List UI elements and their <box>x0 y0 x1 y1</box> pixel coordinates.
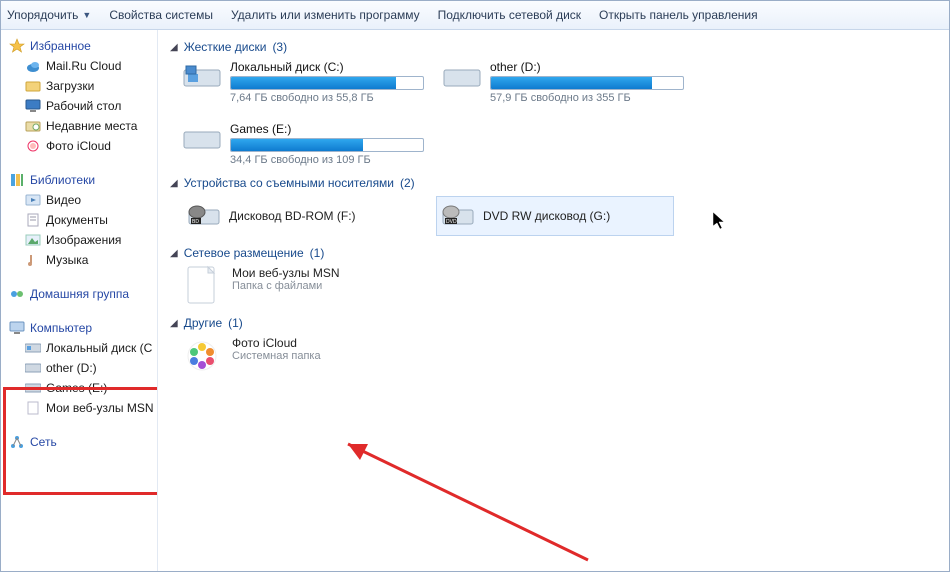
capacity-bar <box>230 76 424 90</box>
other-item-icloud[interactable]: Фото iCloud Системная папка <box>182 336 939 376</box>
hdd-icon <box>25 360 41 376</box>
computer-group: Компьютер Локальный диск (C other (D:) G… <box>1 318 157 418</box>
photos-icon <box>25 138 41 154</box>
hdd-icon <box>25 380 41 396</box>
sidebar-item-desktop[interactable]: Рабочий стол <box>1 96 157 116</box>
collapse-icon: ◢ <box>170 318 178 329</box>
network-location-section: ◢ Сетевое размещение (1) Мои веб-узлы MS… <box>170 246 939 306</box>
page-large-icon <box>182 266 222 306</box>
device-name: DVD RW дисковод (G:) <box>483 209 610 223</box>
sidebar-item-msn-web[interactable]: Мои веб-узлы MSN <box>1 398 157 418</box>
drive-name: Games (E:) <box>230 122 424 136</box>
toolbar: Упорядочить ▼ Свойства системы Удалить и… <box>1 1 949 30</box>
libraries-header[interactable]: Библиотеки <box>1 170 157 190</box>
hard-disks-header[interactable]: ◢ Жесткие диски (3) <box>170 40 939 54</box>
device-bdrom[interactable]: BD Дисковод BD-ROM (F:) <box>182 196 420 236</box>
folder-icon <box>25 78 41 94</box>
drive-free-text: 57,9 ГБ свободно из 355 ГБ <box>490 92 684 104</box>
drive-name: Локальный диск (C:) <box>230 60 424 74</box>
star-icon <box>9 38 25 54</box>
svg-text:DVD: DVD <box>446 219 457 225</box>
explorer-window: Упорядочить ▼ Свойства системы Удалить и… <box>0 0 950 572</box>
devices-row: BD Дисковод BD-ROM (F:) DVD DVD RW диско… <box>182 196 939 236</box>
libraries-group: Библиотеки Видео Документы Изображения М… <box>1 170 157 270</box>
other-header[interactable]: ◢ Другие (1) <box>170 316 939 330</box>
homegroup-icon <box>9 286 25 302</box>
drive-free-text: 7,64 ГБ свободно из 55,8 ГБ <box>230 92 424 104</box>
network-header[interactable]: Сеть <box>1 432 157 452</box>
page-icon <box>25 400 41 416</box>
drive-d[interactable]: other (D:) 57,9 ГБ свободно из 355 ГБ <box>442 60 684 104</box>
optical-drive-icon: BD <box>187 201 221 231</box>
sidebar-item-downloads[interactable]: Загрузки <box>1 76 157 96</box>
documents-icon <box>25 212 41 228</box>
device-dvdrw[interactable]: DVD DVD RW дисковод (G:) <box>436 196 674 236</box>
netloc-item-msn[interactable]: Мои веб-узлы MSN Папка с файлами <box>182 266 939 306</box>
collapse-icon: ◢ <box>170 178 178 189</box>
hdd-large-icon <box>182 122 222 156</box>
sidebar-item-other-d[interactable]: other (D:) <box>1 358 157 378</box>
favorites-header[interactable]: Избранное <box>1 36 157 56</box>
explorer-body: Избранное Mail.Ru Cloud Загрузки Рабочий… <box>1 30 949 571</box>
network-group: Сеть <box>1 432 157 452</box>
item-subtitle: Папка с файлами <box>232 280 339 292</box>
sidebar-item-pictures[interactable]: Изображения <box>1 230 157 250</box>
netloc-header[interactable]: ◢ Сетевое размещение (1) <box>170 246 939 260</box>
favorites-group: Избранное Mail.Ru Cloud Загрузки Рабочий… <box>1 36 157 156</box>
libraries-icon <box>9 172 25 188</box>
chevron-down-icon: ▼ <box>82 10 91 20</box>
computer-header[interactable]: Компьютер <box>1 318 157 338</box>
open-control-panel-button[interactable]: Открыть панель управления <box>599 8 758 22</box>
sidebar-item-mailru[interactable]: Mail.Ru Cloud <box>1 56 157 76</box>
hdd-icon <box>25 340 41 356</box>
sidebar-item-documents[interactable]: Документы <box>1 210 157 230</box>
homegroup-group: Домашняя группа <box>1 284 157 304</box>
drive-c[interactable]: Локальный диск (C:) 7,64 ГБ свободно из … <box>182 60 424 104</box>
music-icon <box>25 252 41 268</box>
removable-header[interactable]: ◢ Устройства со съемными носителями (2) <box>170 176 939 190</box>
other-section: ◢ Другие (1) Фото iCloud Системная папка <box>170 316 939 376</box>
collapse-icon: ◢ <box>170 248 178 259</box>
sidebar-item-video[interactable]: Видео <box>1 190 157 210</box>
sidebar-item-icloud[interactable]: Фото iCloud <box>1 136 157 156</box>
organize-menu[interactable]: Упорядочить ▼ <box>7 8 91 22</box>
drive-free-text: 34,4 ГБ свободно из 109 ГБ <box>230 154 424 166</box>
hdd-large-icon <box>442 60 482 94</box>
network-icon <box>9 434 25 450</box>
homegroup-header[interactable]: Домашняя группа <box>1 284 157 304</box>
item-subtitle: Системная папка <box>232 350 321 362</box>
device-name: Дисковод BD-ROM (F:) <box>229 209 356 223</box>
hard-disks-section: ◢ Жесткие диски (3) Локальный диск (C:) … <box>170 40 939 166</box>
pictures-icon <box>25 232 41 248</box>
photos-large-icon <box>182 336 222 376</box>
sidebar-item-recent[interactable]: Недавние места <box>1 116 157 136</box>
video-icon <box>25 192 41 208</box>
system-properties-button[interactable]: Свойства системы <box>109 8 213 22</box>
drive-name: other (D:) <box>490 60 684 74</box>
uninstall-program-button[interactable]: Удалить или изменить программу <box>231 8 420 22</box>
optical-drive-icon: DVD <box>441 201 475 231</box>
drive-e[interactable]: Games (E:) 34,4 ГБ свободно из 109 ГБ <box>182 122 424 166</box>
capacity-bar <box>230 138 424 152</box>
organize-label: Упорядочить <box>7 8 78 22</box>
cloud-icon <box>25 58 41 74</box>
map-network-drive-button[interactable]: Подключить сетевой диск <box>438 8 581 22</box>
sidebar-item-music[interactable]: Музыка <box>1 250 157 270</box>
svg-text:BD: BD <box>192 219 199 225</box>
computer-icon <box>9 320 25 336</box>
desktop-icon <box>25 98 41 114</box>
item-name: Мои веб-узлы MSN <box>232 266 339 280</box>
capacity-bar <box>490 76 684 90</box>
removable-section: ◢ Устройства со съемными носителями (2) … <box>170 176 939 236</box>
recent-icon <box>25 118 41 134</box>
navigation-pane: Избранное Mail.Ru Cloud Загрузки Рабочий… <box>1 30 158 571</box>
sidebar-item-games-e[interactable]: Games (E:) <box>1 378 157 398</box>
hdd-large-icon <box>182 60 222 94</box>
collapse-icon: ◢ <box>170 42 178 53</box>
content-pane: ◢ Жесткие диски (3) Локальный диск (C:) … <box>158 30 949 571</box>
item-name: Фото iCloud <box>232 336 321 350</box>
arrow-annotation <box>328 430 608 570</box>
sidebar-item-local-disk-c[interactable]: Локальный диск (C <box>1 338 157 358</box>
drives-row: Локальный диск (C:) 7,64 ГБ свободно из … <box>182 60 939 166</box>
